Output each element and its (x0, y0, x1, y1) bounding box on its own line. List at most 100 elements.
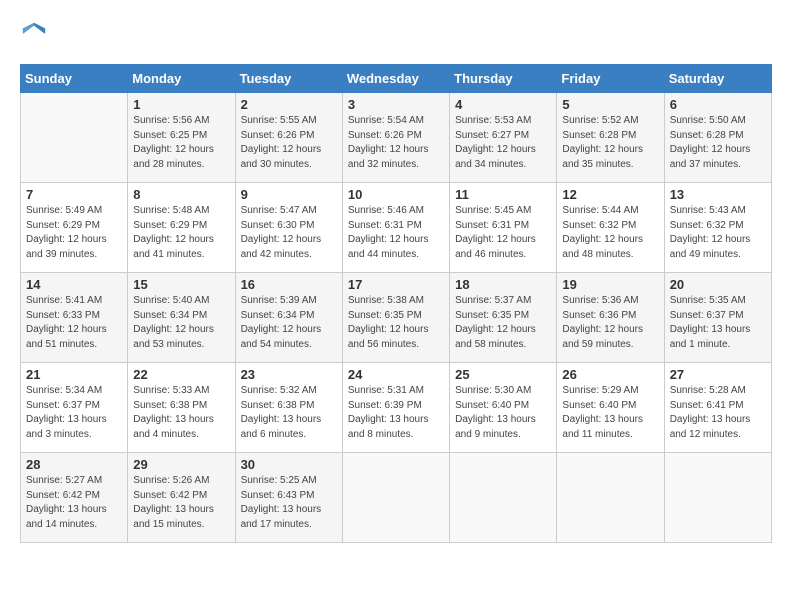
day-info: Sunrise: 5:39 AMSunset: 6:34 PMDaylight:… (241, 294, 337, 352)
day-info: Sunrise: 5:36 AMSunset: 6:36 PMDaylight:… (562, 294, 658, 352)
header (20, 20, 772, 48)
day-number: 2 (241, 97, 337, 112)
calendar-cell (557, 453, 664, 543)
day-number: 29 (133, 457, 229, 472)
calendar-cell: 20 Sunrise: 5:35 AMSunset: 6:37 PMDayligh… (664, 273, 771, 363)
calendar-cell: 21 Sunrise: 5:34 AMSunset: 6:37 PMDayligh… (21, 363, 128, 453)
calendar-cell: 28 Sunrise: 5:27 AMSunset: 6:42 PMDayligh… (21, 453, 128, 543)
day-info: Sunrise: 5:35 AMSunset: 6:37 PMDaylight:… (670, 294, 766, 352)
calendar-cell: 7 Sunrise: 5:49 AMSunset: 6:29 PMDaylight… (21, 183, 128, 273)
calendar-cell: 8 Sunrise: 5:48 AMSunset: 6:29 PMDaylight… (128, 183, 235, 273)
day-number: 19 (562, 277, 658, 292)
day-info: Sunrise: 5:27 AMSunset: 6:42 PMDaylight:… (26, 474, 122, 532)
day-info: Sunrise: 5:48 AMSunset: 6:29 PMDaylight:… (133, 204, 229, 262)
calendar-cell: 10Sunrise: 5:46 AMSunset: 6:31 PMDayligh… (342, 183, 449, 273)
calendar-cell (342, 453, 449, 543)
day-info: Sunrise: 5:32 AMSunset: 6:38 PMDaylight:… (241, 384, 337, 442)
day-info: Sunrise: 5:52 AMSunset: 6:28 PMDaylight:… (562, 114, 658, 172)
calendar-cell: 25 Sunrise: 5:30 AMSunset: 6:40 PMDayligh… (450, 363, 557, 453)
day-info: Sunrise: 5:33 AMSunset: 6:38 PMDaylight:… (133, 384, 229, 442)
day-number: 22 (133, 367, 229, 382)
day-info: Sunrise: 5:43 AMSunset: 6:32 PMDaylight:… (670, 204, 766, 262)
day-number: 28 (26, 457, 122, 472)
day-info: Sunrise: 5:44 AMSunset: 6:32 PMDaylight:… (562, 204, 658, 262)
column-header-tuesday: Tuesday (235, 65, 342, 93)
calendar-cell: 5 Sunrise: 5:52 AMSunset: 6:28 PMDaylight… (557, 93, 664, 183)
calendar-cell: 6 Sunrise: 5:50 AMSunset: 6:28 PMDaylight… (664, 93, 771, 183)
day-number: 13 (670, 187, 766, 202)
day-info: Sunrise: 5:29 AMSunset: 6:40 PMDaylight:… (562, 384, 658, 442)
calendar-table: SundayMondayTuesdayWednesdayThursdayFrid… (20, 64, 772, 543)
day-info: Sunrise: 5:26 AMSunset: 6:42 PMDaylight:… (133, 474, 229, 532)
day-number: 8 (133, 187, 229, 202)
calendar-cell: 26 Sunrise: 5:29 AMSunset: 6:40 PMDayligh… (557, 363, 664, 453)
calendar-cell: 19 Sunrise: 5:36 AMSunset: 6:36 PMDayligh… (557, 273, 664, 363)
calendar-cell (450, 453, 557, 543)
column-header-monday: Monday (128, 65, 235, 93)
day-number: 21 (26, 367, 122, 382)
calendar-cell: 11Sunrise: 5:45 AMSunset: 6:31 PMDayligh… (450, 183, 557, 273)
day-info: Sunrise: 5:54 AMSunset: 6:26 PMDaylight:… (348, 114, 444, 172)
calendar-cell (664, 453, 771, 543)
day-number: 7 (26, 187, 122, 202)
day-number: 9 (241, 187, 337, 202)
day-number: 23 (241, 367, 337, 382)
calendar-cell: 4 Sunrise: 5:53 AMSunset: 6:27 PMDaylight… (450, 93, 557, 183)
day-number: 18 (455, 277, 551, 292)
calendar-cell: 16 Sunrise: 5:39 AMSunset: 6:34 PMDayligh… (235, 273, 342, 363)
column-header-friday: Friday (557, 65, 664, 93)
calendar-cell: 9 Sunrise: 5:47 AMSunset: 6:30 PMDaylight… (235, 183, 342, 273)
day-info: Sunrise: 5:55 AMSunset: 6:26 PMDaylight:… (241, 114, 337, 172)
day-number: 12 (562, 187, 658, 202)
day-info: Sunrise: 5:41 AMSunset: 6:33 PMDaylight:… (26, 294, 122, 352)
calendar-cell: 23 Sunrise: 5:32 AMSunset: 6:38 PMDayligh… (235, 363, 342, 453)
day-number: 6 (670, 97, 766, 112)
day-info: Sunrise: 5:34 AMSunset: 6:37 PMDaylight:… (26, 384, 122, 442)
calendar-cell: 15 Sunrise: 5:40 AMSunset: 6:34 PMDayligh… (128, 273, 235, 363)
day-number: 25 (455, 367, 551, 382)
calendar-cell (21, 93, 128, 183)
day-number: 27 (670, 367, 766, 382)
calendar-cell: 13 Sunrise: 5:43 AMSunset: 6:32 PMDayligh… (664, 183, 771, 273)
day-number: 30 (241, 457, 337, 472)
day-number: 14 (26, 277, 122, 292)
day-info: Sunrise: 5:25 AMSunset: 6:43 PMDaylight:… (241, 474, 337, 532)
calendar-cell: 17 Sunrise: 5:38 AMSunset: 6:35 PMDayligh… (342, 273, 449, 363)
calendar-cell: 29 Sunrise: 5:26 AMSunset: 6:42 PMDayligh… (128, 453, 235, 543)
column-header-wednesday: Wednesday (342, 65, 449, 93)
day-number: 1 (133, 97, 229, 112)
calendar-cell: 2 Sunrise: 5:55 AMSunset: 6:26 PMDaylight… (235, 93, 342, 183)
day-number: 4 (455, 97, 551, 112)
calendar-cell: 3 Sunrise: 5:54 AMSunset: 6:26 PMDaylight… (342, 93, 449, 183)
day-info: Sunrise: 5:38 AMSunset: 6:35 PMDaylight:… (348, 294, 444, 352)
logo (20, 20, 52, 48)
column-header-saturday: Saturday (664, 65, 771, 93)
day-info: Sunrise: 5:53 AMSunset: 6:27 PMDaylight:… (455, 114, 551, 172)
calendar-cell: 14 Sunrise: 5:41 AMSunset: 6:33 PMDayligh… (21, 273, 128, 363)
day-number: 3 (348, 97, 444, 112)
day-number: 5 (562, 97, 658, 112)
day-number: 26 (562, 367, 658, 382)
day-number: 16 (241, 277, 337, 292)
calendar-cell: 12 Sunrise: 5:44 AMSunset: 6:32 PMDayligh… (557, 183, 664, 273)
day-info: Sunrise: 5:40 AMSunset: 6:34 PMDaylight:… (133, 294, 229, 352)
day-number: 15 (133, 277, 229, 292)
column-header-thursday: Thursday (450, 65, 557, 93)
day-info: Sunrise: 5:30 AMSunset: 6:40 PMDaylight:… (455, 384, 551, 442)
day-info: Sunrise: 5:49 AMSunset: 6:29 PMDaylight:… (26, 204, 122, 262)
column-header-sunday: Sunday (21, 65, 128, 93)
day-number: 24 (348, 367, 444, 382)
calendar-cell: 24 Sunrise: 5:31 AMSunset: 6:39 PMDayligh… (342, 363, 449, 453)
day-number: 20 (670, 277, 766, 292)
logo-icon (20, 20, 48, 48)
day-number: 10 (348, 187, 444, 202)
day-info: Sunrise: 5:47 AMSunset: 6:30 PMDaylight:… (241, 204, 337, 262)
day-info: Sunrise: 5:50 AMSunset: 6:28 PMDaylight:… (670, 114, 766, 172)
day-number: 17 (348, 277, 444, 292)
day-info: Sunrise: 5:28 AMSunset: 6:41 PMDaylight:… (670, 384, 766, 442)
calendar-cell: 30 Sunrise: 5:25 AMSunset: 6:43 PMDayligh… (235, 453, 342, 543)
calendar-cell: 27 Sunrise: 5:28 AMSunset: 6:41 PMDayligh… (664, 363, 771, 453)
day-info: Sunrise: 5:56 AMSunset: 6:25 PMDaylight:… (133, 114, 229, 172)
day-info: Sunrise: 5:31 AMSunset: 6:39 PMDaylight:… (348, 384, 444, 442)
calendar-cell: 22 Sunrise: 5:33 AMSunset: 6:38 PMDayligh… (128, 363, 235, 453)
